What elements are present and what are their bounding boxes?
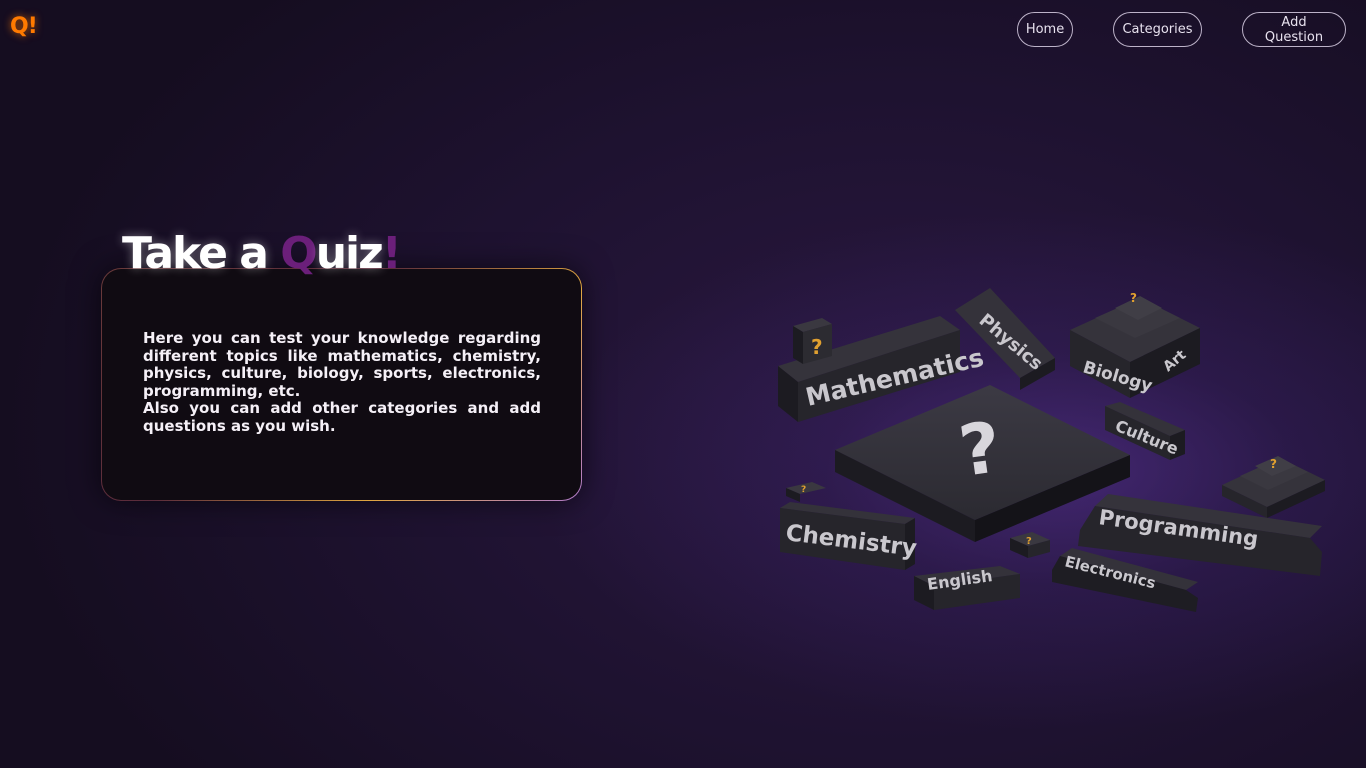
nav-categories-button[interactable]: Categories (1113, 12, 1202, 47)
svg-text:?: ? (1270, 457, 1277, 471)
nav-home-button[interactable]: Home (1017, 12, 1073, 47)
title-exclamation: ! (381, 228, 402, 279)
svg-text:?: ? (811, 335, 823, 359)
block-english: English (914, 566, 1020, 610)
block-math-question: ? (793, 318, 832, 364)
nav-add-question-button[interactable]: Add Question (1242, 12, 1346, 47)
svg-text:?: ? (1026, 536, 1032, 547)
block-small-question-left: ? (786, 482, 826, 502)
top-nav: Home Categories Add Question (1017, 12, 1346, 47)
intro-description: Here you can test your knowledge regardi… (143, 329, 541, 435)
logo[interactable]: Q! (10, 14, 38, 39)
quiz-blocks-illustration: ? Mathematics ? Physics Biology Art ? Cu… (778, 288, 1325, 612)
svg-text:?: ? (1130, 291, 1137, 305)
block-right-pyramid: ? (1222, 456, 1325, 518)
title-take-a: Take a (122, 228, 281, 279)
block-small-question-middle: ? (1010, 532, 1050, 558)
svg-text:?: ? (801, 485, 806, 495)
title-uiz: uiz (315, 228, 384, 279)
page-title: Take a Quiz! (122, 228, 402, 279)
description-paragraph-2: Also you can add other categories and ad… (143, 399, 541, 435)
title-q: Q (280, 228, 317, 279)
block-chemistry: Chemistry (780, 502, 918, 570)
description-paragraph-1: Here you can test your knowledge regardi… (143, 329, 541, 400)
block-biology: Biology Art ? (1070, 291, 1200, 398)
